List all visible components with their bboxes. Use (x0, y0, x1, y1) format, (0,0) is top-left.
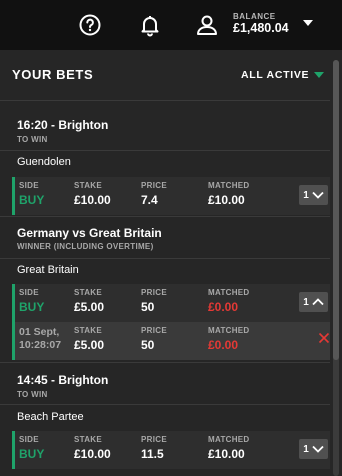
panel-title: YOUR BETS (12, 67, 94, 82)
divider (0, 404, 330, 405)
unmatched-bet-row: 01 Sept, 10:28:07 STAKE £5.00 PRICE 50 M… (12, 322, 330, 360)
price-label: PRICE (141, 435, 167, 444)
matched-label: MATCHED (208, 326, 250, 335)
side-label: SIDE (19, 288, 39, 297)
market-name: WINNER (INCLUDING OVERTIME) (17, 242, 154, 251)
chevron-up-icon (312, 298, 324, 306)
price-value: 7.4 (141, 193, 158, 207)
matched-value: £10.00 (208, 447, 245, 461)
matched-value: £0.00 (208, 338, 239, 352)
price-label: PRICE (141, 288, 167, 297)
user-icon[interactable] (195, 13, 219, 37)
side-label: SIDE (19, 435, 39, 444)
panel-header: YOUR BETS ALL ACTIVE (0, 50, 330, 100)
event-name: 16:20 - Brighton (17, 118, 109, 132)
price-label: PRICE (141, 181, 167, 190)
price-label: PRICE (141, 326, 167, 335)
divider (0, 216, 330, 217)
expand-bet-button[interactable]: 1 (299, 439, 328, 459)
stake-value: £10.00 (74, 193, 111, 207)
bet-time: 10:28:07 (19, 339, 62, 351)
matched-label: MATCHED (208, 288, 250, 297)
side-value: BUY (19, 193, 45, 207)
divider (0, 362, 330, 363)
expand-bet-button[interactable]: 1 (299, 185, 328, 205)
divider (0, 258, 330, 259)
matched-value: £0.00 (208, 300, 239, 314)
market-name: TO WIN (17, 390, 48, 399)
stake-value: £5.00 (74, 338, 105, 352)
side-value: BUY (19, 447, 45, 461)
event-name: Germany vs Great Britain (17, 226, 162, 240)
market-name: TO WIN (17, 135, 48, 144)
bell-icon[interactable] (138, 13, 162, 37)
balance-display[interactable]: BALANCE £1,480.04 (233, 12, 289, 35)
selection-name: Guendolen (17, 156, 71, 168)
chevron-down-icon (312, 191, 324, 199)
bet-row: SIDE BUY STAKE £5.00 PRICE 50 MATCHED £0… (12, 284, 330, 322)
bet-date: 01 Sept, (19, 326, 60, 338)
divider (0, 100, 330, 101)
stake-label: STAKE (74, 288, 103, 297)
matched-label: MATCHED (208, 435, 250, 444)
matched-label: MATCHED (208, 181, 250, 190)
side-value: BUY (19, 300, 45, 314)
stake-value: £10.00 (74, 447, 111, 461)
price-value: 50 (141, 338, 155, 352)
balance-value: £1,480.04 (233, 21, 289, 35)
cancel-bet-icon[interactable] (318, 332, 330, 344)
bet-count: 1 (303, 189, 309, 201)
bet-count: 1 (303, 296, 309, 308)
divider (0, 150, 330, 151)
chevron-down-icon[interactable] (303, 20, 313, 26)
matched-value: £10.00 (208, 193, 245, 207)
top-header: BALANCE £1,480.04 (0, 0, 342, 50)
stake-value: £5.00 (74, 300, 105, 314)
filter-dropdown[interactable]: ALL ACTIVE (241, 69, 309, 81)
balance-label: BALANCE (233, 12, 276, 21)
bet-row: SIDE BUY STAKE £10.00 PRICE 11.5 MATCHED… (12, 431, 330, 469)
price-value: 50 (141, 300, 155, 314)
collapse-bet-button[interactable]: 1 (299, 292, 328, 312)
event-name: 14:45 - Brighton (17, 373, 109, 387)
chevron-down-icon (312, 445, 324, 453)
price-value: 11.5 (141, 447, 164, 461)
help-icon[interactable] (78, 13, 102, 37)
stake-label: STAKE (74, 326, 103, 335)
selection-name: Great Britain (17, 264, 79, 276)
stake-label: STAKE (74, 181, 103, 190)
bet-count: 1 (303, 443, 309, 455)
selection-name: Beach Partee (17, 411, 84, 423)
chevron-down-icon[interactable] (314, 72, 324, 78)
scrollbar-thumb[interactable] (333, 60, 339, 360)
bet-row: SIDE BUY STAKE £10.00 PRICE 7.4 MATCHED … (12, 177, 330, 215)
stake-label: STAKE (74, 435, 103, 444)
side-label: SIDE (19, 181, 39, 190)
your-bets-panel: YOUR BETS ALL ACTIVE 16:20 - Brighton TO… (0, 50, 342, 476)
